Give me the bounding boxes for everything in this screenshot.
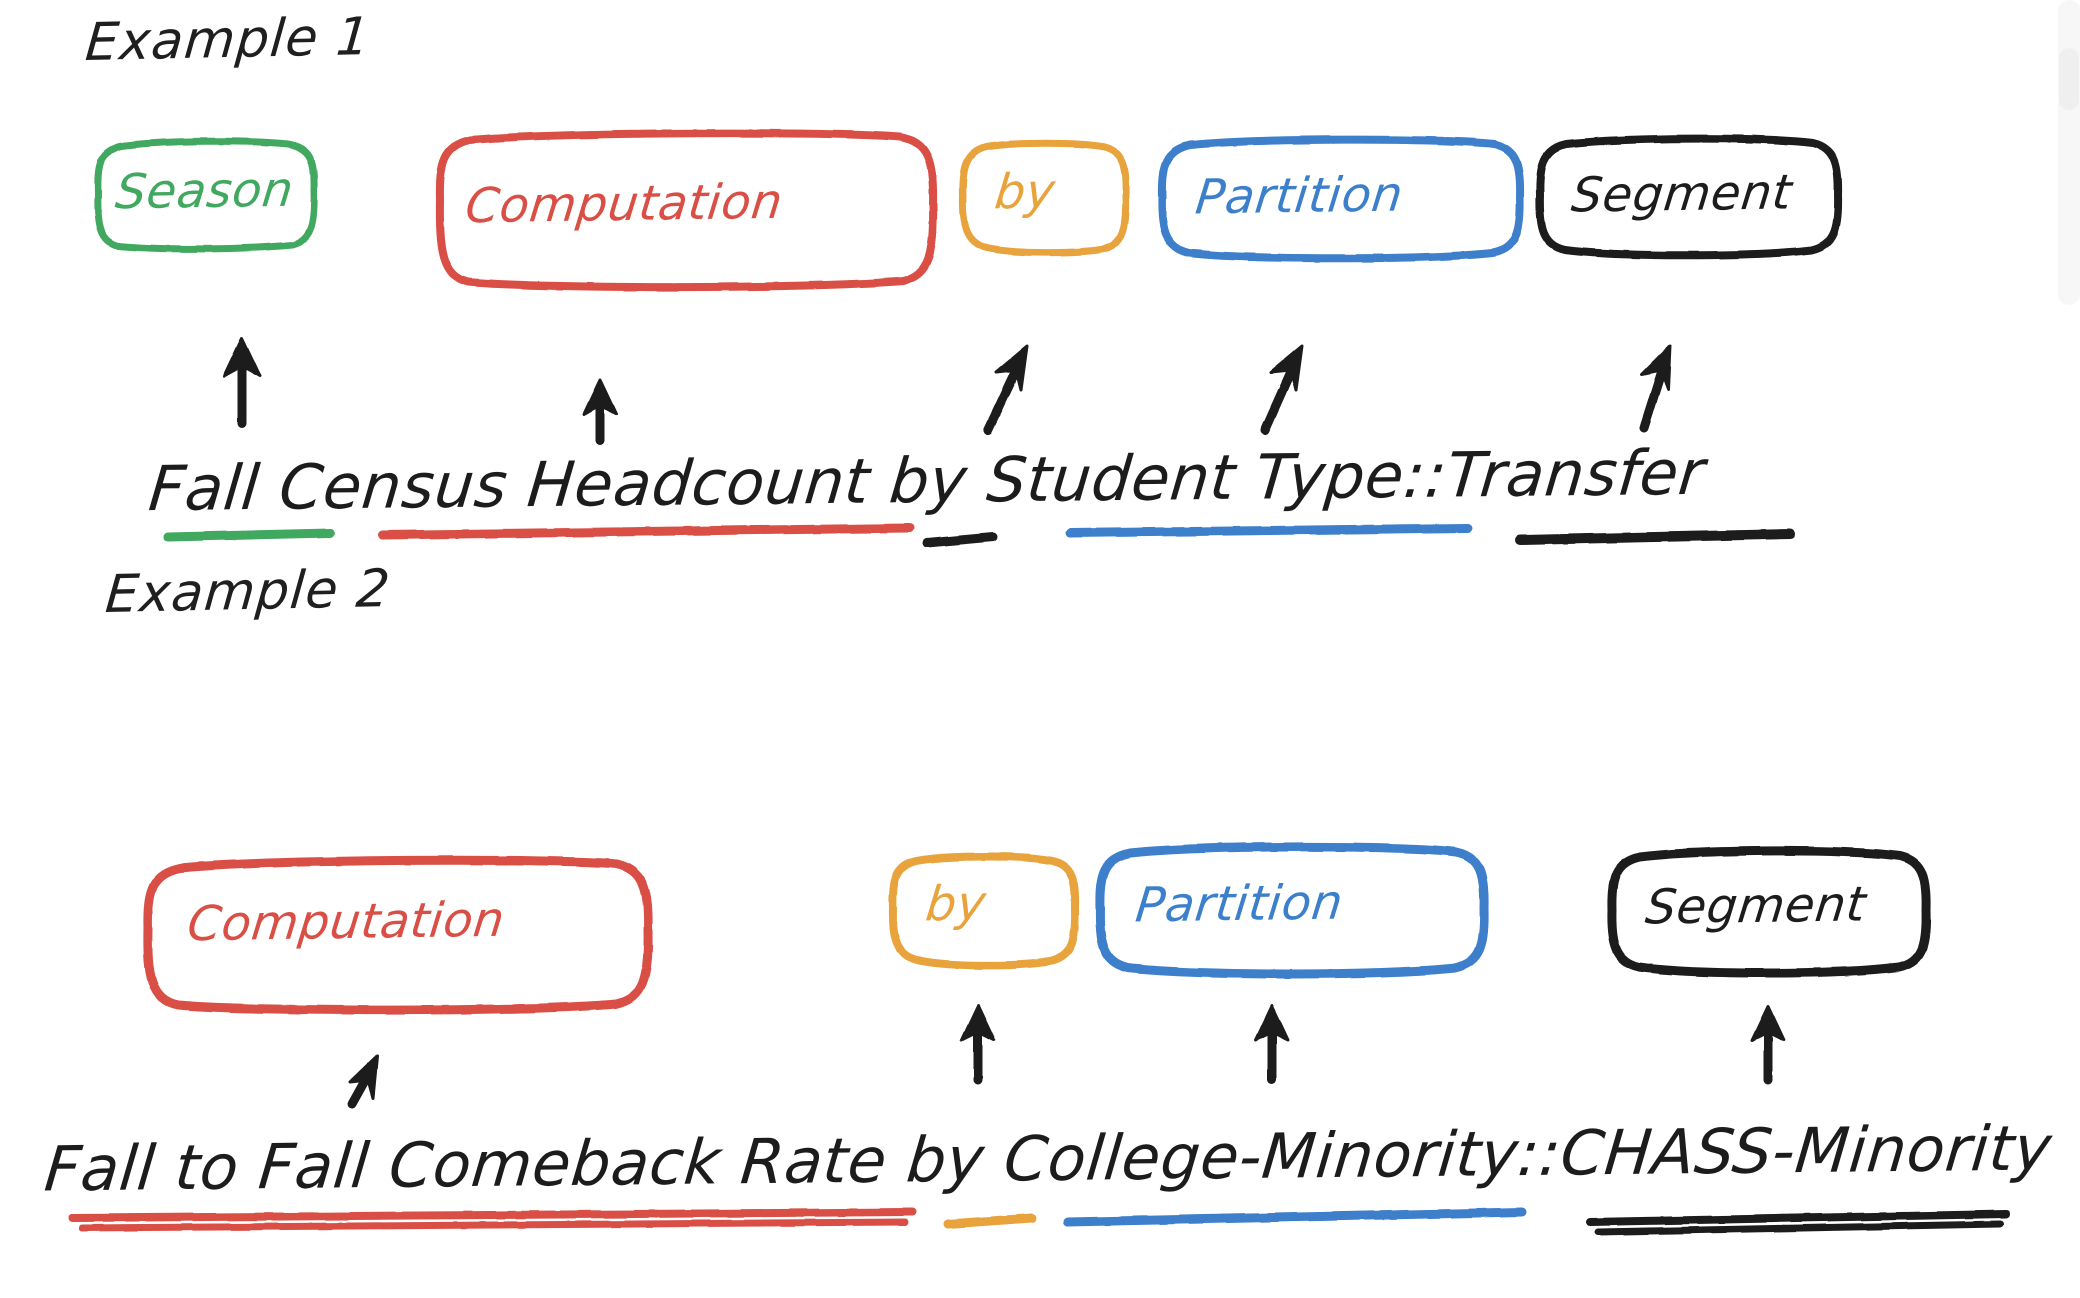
arrow-partition-1	[1260, 344, 1304, 435]
underline-student-type	[1065, 523, 1473, 538]
example-2-heading: Example 2	[103, 559, 394, 625]
arrow-by-1	[983, 344, 1029, 435]
example-2-phrase: Fall to Fall Comeback Rate by College-Mi…	[41, 1111, 2055, 1206]
box-label-segment-2[interactable]: Segment	[1643, 876, 1869, 935]
box-label-computation-2[interactable]: Computation	[185, 892, 508, 952]
underline-college-minority	[1063, 1207, 1527, 1227]
arrow-partition-2	[1254, 1004, 1290, 1085]
underline-fall	[163, 528, 335, 542]
scrollbar-thumb[interactable]	[2059, 48, 2079, 110]
underline-transfer	[1515, 529, 1795, 545]
box-label-segment-1[interactable]: Segment	[1569, 164, 1795, 223]
underline-by-1	[922, 532, 998, 548]
box-label-by-1[interactable]: by	[992, 164, 1058, 221]
box-label-partition-1[interactable]: Partition	[1193, 167, 1406, 226]
arrow-season	[222, 336, 262, 429]
arrow-segment-2	[1750, 1004, 1786, 1085]
underline-chass-minority	[1586, 1210, 2010, 1236]
box-label-season[interactable]: Season	[113, 162, 297, 220]
underline-by-2	[943, 1213, 1037, 1229]
diagram-canvas: Example 1 Season Computation by Partitio…	[0, 0, 2080, 1298]
scrollbar-track[interactable]	[2058, 0, 2080, 305]
example-1-heading: Example 1	[83, 7, 374, 73]
arrow-segment-1	[1639, 344, 1672, 433]
box-label-partition-2[interactable]: Partition	[1133, 875, 1346, 934]
underline-census-headcount	[378, 523, 915, 540]
box-label-by-2[interactable]: by	[923, 876, 989, 933]
arrow-computation-2	[347, 1054, 379, 1109]
example-1-phrase: Fall Census Headcount by Student Type::T…	[145, 435, 1709, 526]
box-label-computation-1[interactable]: Computation	[463, 174, 786, 234]
arrow-by-2	[960, 1004, 996, 1085]
arrow-computation-1	[582, 378, 618, 445]
underline-fall-to-fall-comeback-rate	[68, 1208, 916, 1232]
